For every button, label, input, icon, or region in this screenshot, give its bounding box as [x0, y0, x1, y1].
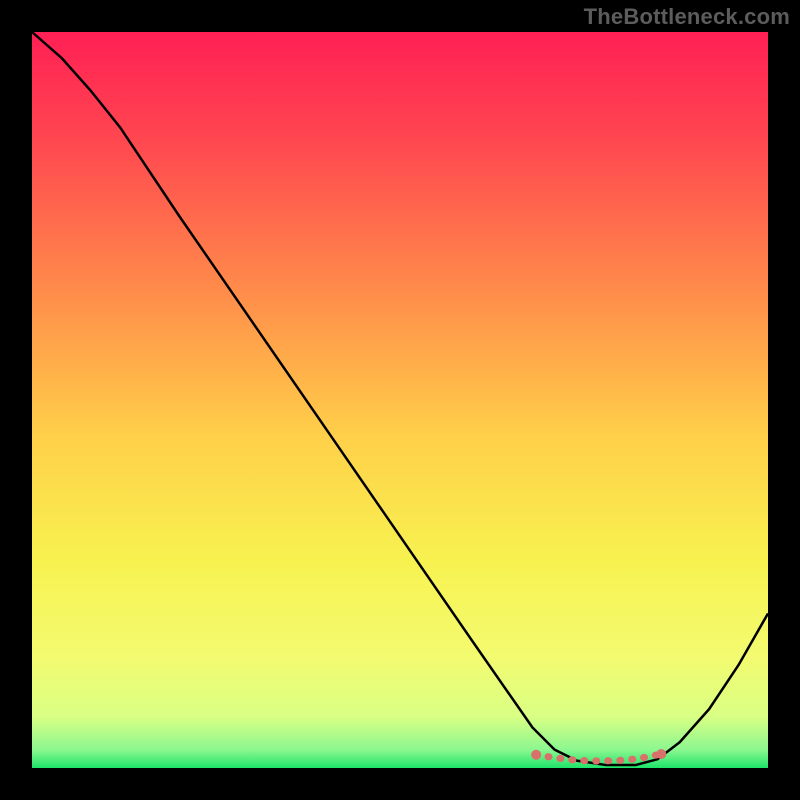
highlight-endpoint [531, 750, 541, 760]
highlight-endpoint [656, 749, 666, 759]
watermark-text: TheBottleneck.com [584, 4, 790, 30]
chart-svg [32, 32, 768, 768]
plot-area [32, 32, 768, 768]
chart-stage: TheBottleneck.com [0, 0, 800, 800]
gradient-background [32, 32, 768, 768]
